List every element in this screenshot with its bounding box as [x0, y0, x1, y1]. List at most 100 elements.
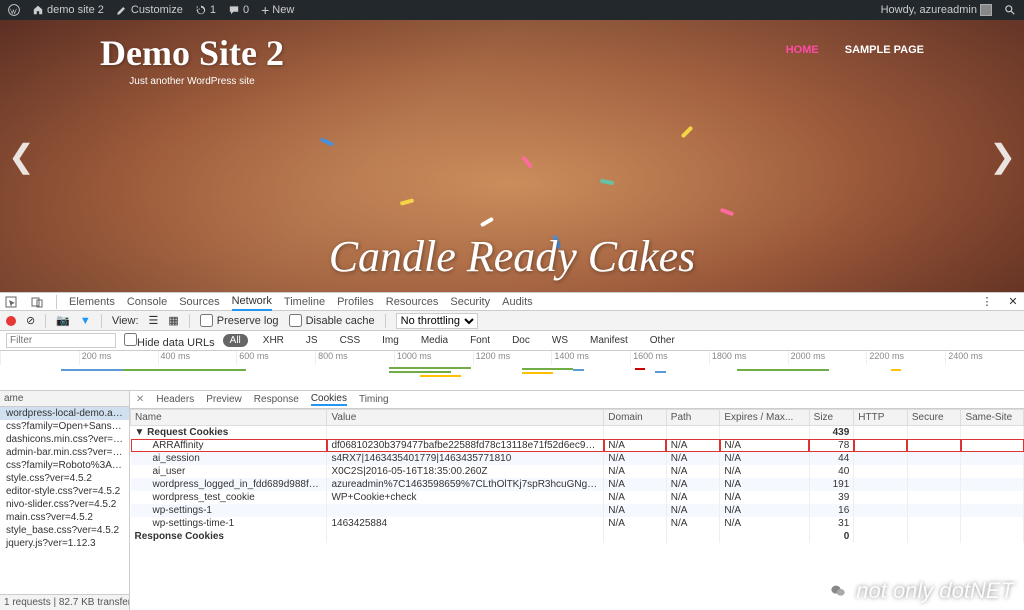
request-row[interactable]: dashicons.min.css?ver=4.5.2: [0, 433, 129, 446]
col-expires[interactable]: Expires / Max...: [720, 410, 809, 426]
cookie-row[interactable]: Response Cookies0: [131, 530, 1024, 543]
view-frame-icon[interactable]: ▦: [168, 314, 178, 327]
filter-doc[interactable]: Doc: [505, 334, 537, 347]
filter-css[interactable]: CSS: [333, 334, 368, 347]
wordpress-admin-bar: demo site 2 Customize 1 0 +New Howdy, az…: [0, 0, 1024, 20]
filter-icon[interactable]: ▼: [80, 315, 91, 327]
site-branding: Demo Site 2 Just another WordPress site: [100, 32, 284, 87]
request-row[interactable]: main.css?ver=4.5.2: [0, 511, 129, 524]
close-detail-icon[interactable]: ✕: [136, 394, 144, 405]
hide-data-urls-checkbox[interactable]: Hide data URLs: [124, 333, 215, 349]
watermark: not only dotNET: [826, 578, 1014, 604]
col-path[interactable]: Path: [666, 410, 720, 426]
site-link[interactable]: demo site 2: [32, 4, 104, 16]
col-value[interactable]: Value: [327, 410, 604, 426]
network-status-bar: 1 requests | 82.7 KB transferred: [0, 594, 129, 610]
col-secure[interactable]: Secure: [907, 410, 961, 426]
tab-security[interactable]: Security: [450, 294, 490, 310]
hero-image: Demo Site 2 Just another WordPress site …: [0, 20, 1024, 292]
kebab-icon[interactable]: ⋮: [980, 295, 994, 309]
site-tagline: Just another WordPress site: [100, 76, 284, 87]
view-list-icon[interactable]: ☰: [149, 314, 159, 327]
throttling-select[interactable]: No throttling: [396, 313, 478, 329]
network-timeline[interactable]: 200 ms 400 ms 600 ms 800 ms 1000 ms 1200…: [0, 351, 1024, 391]
tab-network[interactable]: Network: [232, 293, 272, 311]
network-filter-bar: Hide data URLs All XHR JS CSS Img Media …: [0, 331, 1024, 351]
sidebar-column-header[interactable]: ame: [0, 391, 129, 407]
nav-sample-page[interactable]: SAMPLE PAGE: [845, 44, 924, 87]
tab-audits[interactable]: Audits: [502, 294, 533, 310]
cookie-row[interactable]: ai_sessions4RX7|1463435401779|1463435771…: [131, 452, 1024, 465]
devtools-tab-bar: Elements Console Sources Network Timelin…: [0, 293, 1024, 311]
cookie-row[interactable]: ai_userX0C2S|2016-05-16T18:35:00.260ZN/A…: [131, 465, 1024, 478]
slider-prev-arrow[interactable]: ❮: [8, 137, 35, 175]
tab-sources[interactable]: Sources: [179, 294, 219, 310]
nav-home[interactable]: HOME: [786, 44, 819, 87]
new-content-link[interactable]: +New: [261, 2, 294, 18]
col-size[interactable]: Size: [809, 410, 854, 426]
inspect-icon[interactable]: [4, 295, 18, 309]
tab-elements[interactable]: Elements: [69, 294, 115, 310]
tab-headers[interactable]: Headers: [156, 394, 194, 405]
customize-link[interactable]: Customize: [116, 4, 183, 16]
request-row[interactable]: editor-style.css?ver=4.5.2: [0, 485, 129, 498]
updates-badge[interactable]: 1: [195, 4, 216, 16]
cookie-row[interactable]: wp-settings-time-11463425884N/AN/AN/A31: [131, 517, 1024, 530]
request-row[interactable]: style_base.css?ver=4.5.2: [0, 524, 129, 537]
cookie-row[interactable]: wordpress_test_cookieWP+Cookie+checkN/AN…: [131, 491, 1024, 504]
network-detail-panel: ✕ Headers Preview Response Cookies Timin…: [130, 391, 1024, 610]
wp-logo-icon[interactable]: [8, 4, 20, 16]
request-row[interactable]: admin-bar.min.css?ver=4.5.2: [0, 446, 129, 459]
tab-profiles[interactable]: Profiles: [337, 294, 374, 310]
col-samesite[interactable]: Same-Site: [961, 410, 1024, 426]
filter-js[interactable]: JS: [299, 334, 325, 347]
request-row[interactable]: nivo-slider.css?ver=4.5.2: [0, 498, 129, 511]
disable-cache-checkbox[interactable]: Disable cache: [289, 314, 375, 327]
filter-input[interactable]: [6, 333, 116, 348]
filter-font[interactable]: Font: [463, 334, 497, 347]
request-row[interactable]: jquery.js?ver=1.12.3: [0, 537, 129, 550]
network-toolbar: ⊘ 📷 ▼ View: ☰ ▦ Preserve log Disable cac…: [0, 311, 1024, 331]
cookie-row[interactable]: ARRAffinitydf06810230b379477bafbe22588fd…: [131, 439, 1024, 452]
view-label: View:: [112, 315, 139, 327]
cookie-row[interactable]: wordpress_logged_in_fdd689d988fb4ab8fab9…: [131, 478, 1024, 491]
filter-all[interactable]: All: [223, 334, 248, 347]
capture-screenshot-icon[interactable]: 📷: [56, 314, 70, 327]
account-link[interactable]: Howdy, azureadmin: [881, 4, 992, 16]
filter-ws[interactable]: WS: [545, 334, 575, 347]
col-domain[interactable]: Domain: [604, 410, 667, 426]
request-row[interactable]: style.css?ver=4.5.2: [0, 472, 129, 485]
tab-preview[interactable]: Preview: [206, 394, 242, 405]
comments-badge[interactable]: 0: [228, 4, 249, 16]
filter-img[interactable]: Img: [375, 334, 406, 347]
tab-response[interactable]: Response: [254, 394, 299, 405]
device-mode-icon[interactable]: [30, 295, 44, 309]
filter-media[interactable]: Media: [414, 334, 455, 347]
filter-xhr[interactable]: XHR: [256, 334, 291, 347]
tab-timing[interactable]: Timing: [359, 394, 389, 405]
preserve-log-checkbox[interactable]: Preserve log: [200, 314, 279, 327]
cookie-row[interactable]: ▼ Request Cookies439: [131, 426, 1024, 440]
avatar: [980, 4, 992, 16]
close-icon[interactable]: ✕: [1006, 295, 1020, 309]
record-button[interactable]: [6, 316, 16, 326]
tab-timeline[interactable]: Timeline: [284, 294, 325, 310]
main-nav: HOME SAMPLE PAGE: [786, 44, 924, 87]
search-icon[interactable]: [1004, 4, 1016, 16]
request-row[interactable]: wordpress-local-demo.azurewe...: [0, 407, 129, 420]
col-http[interactable]: HTTP: [854, 410, 908, 426]
hero-headline: Candle Ready Cakes: [329, 231, 696, 282]
filter-other[interactable]: Other: [643, 334, 682, 347]
tab-console[interactable]: Console: [127, 294, 167, 310]
tab-cookies[interactable]: Cookies: [311, 393, 347, 406]
filter-manifest[interactable]: Manifest: [583, 334, 635, 347]
col-name[interactable]: Name: [131, 410, 327, 426]
request-row[interactable]: css?family=Open+Sans%3A300...: [0, 420, 129, 433]
request-row[interactable]: css?family=Roboto%3A300%2...: [0, 459, 129, 472]
cookie-row[interactable]: wp-settings-1N/AN/AN/A16: [131, 504, 1024, 517]
tab-resources[interactable]: Resources: [386, 294, 439, 310]
slider-next-arrow[interactable]: ❯: [989, 137, 1016, 175]
network-request-list: ame wordpress-local-demo.azurewe... css?…: [0, 391, 130, 610]
site-title[interactable]: Demo Site 2: [100, 32, 284, 74]
clear-icon[interactable]: ⊘: [26, 314, 35, 327]
